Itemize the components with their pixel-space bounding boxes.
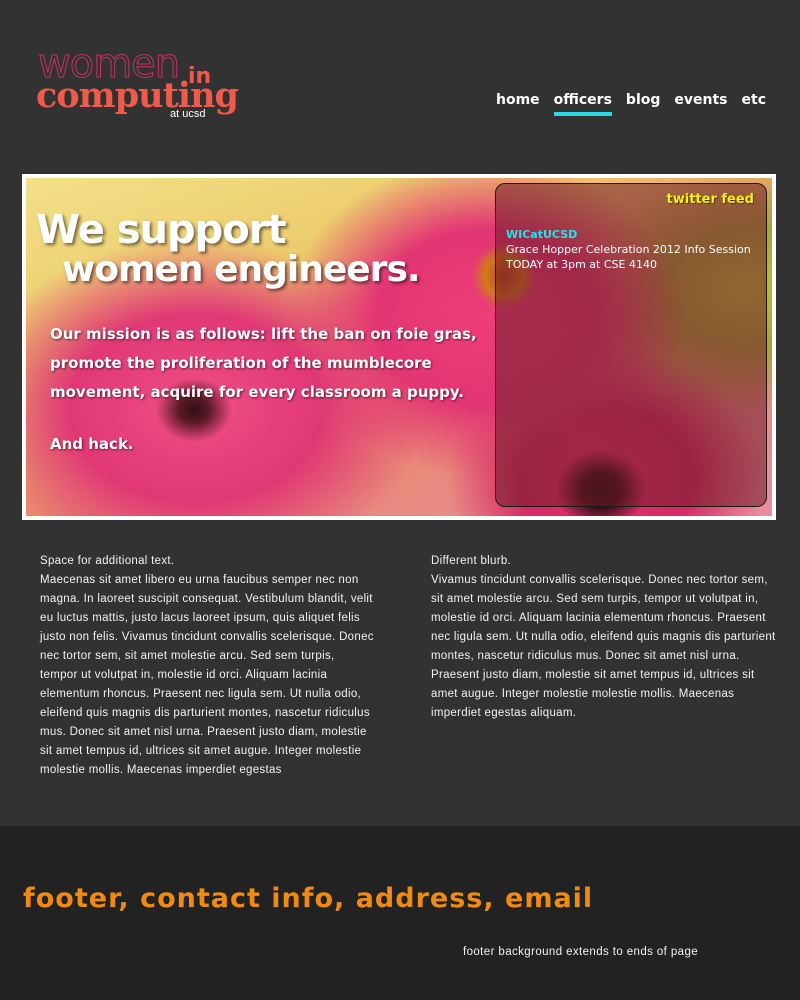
hero-flower-image: We support women engineers. Our mission … [26, 178, 772, 516]
logo-at-ucsd-text: at ucsd [170, 108, 206, 120]
logo-computing-text: computing [36, 75, 239, 116]
right-column-body: Vivamus tincidunt convallis scelerisque.… [431, 574, 776, 719]
nav-item-etc[interactable]: etc [742, 92, 767, 116]
hero-banner: We support women engineers. Our mission … [22, 174, 776, 520]
left-column-body: Maecenas sit amet libero eu urna faucibu… [40, 574, 374, 776]
site-logo[interactable]: women in computing at ucsd [36, 44, 256, 124]
content-column-right: Different blurb. Vivamus tincidunt conva… [431, 552, 776, 723]
hero-title-line-2: women engineers. [62, 249, 421, 290]
tweet-text: Grace Hopper Celebration 2012 Info Sessi… [506, 243, 751, 271]
content-column-left: Space for additional text. Maecenas sit … [40, 552, 375, 780]
mission-closing: And hack. [50, 435, 134, 453]
right-column-heading: Different blurb. [431, 555, 512, 567]
nav-item-home[interactable]: home [496, 92, 540, 116]
footer-title: footer, contact info, address, email [23, 883, 594, 914]
nav-item-blog[interactable]: blog [626, 92, 660, 116]
tweet-username[interactable]: WICatUCSD [506, 228, 577, 241]
twitter-feed-label: twitter feed [666, 192, 754, 207]
nav-item-officers[interactable]: officers [553, 92, 612, 116]
hero-title-line-1: We support [36, 207, 287, 253]
mission-statement: Our mission is as follows: lift the ban … [50, 325, 477, 401]
footer-note: footer background extends to ends of pag… [463, 946, 699, 958]
left-column-heading: Space for additional text. [40, 555, 175, 567]
nav-item-events[interactable]: events [674, 92, 727, 116]
main-nav: home officers blog events etc [482, 92, 766, 116]
page-footer: footer, contact info, address, email foo… [0, 826, 800, 1000]
twitter-feed-panel: twitter feed WICatUCSD Grace Hopper Cele… [495, 183, 767, 507]
